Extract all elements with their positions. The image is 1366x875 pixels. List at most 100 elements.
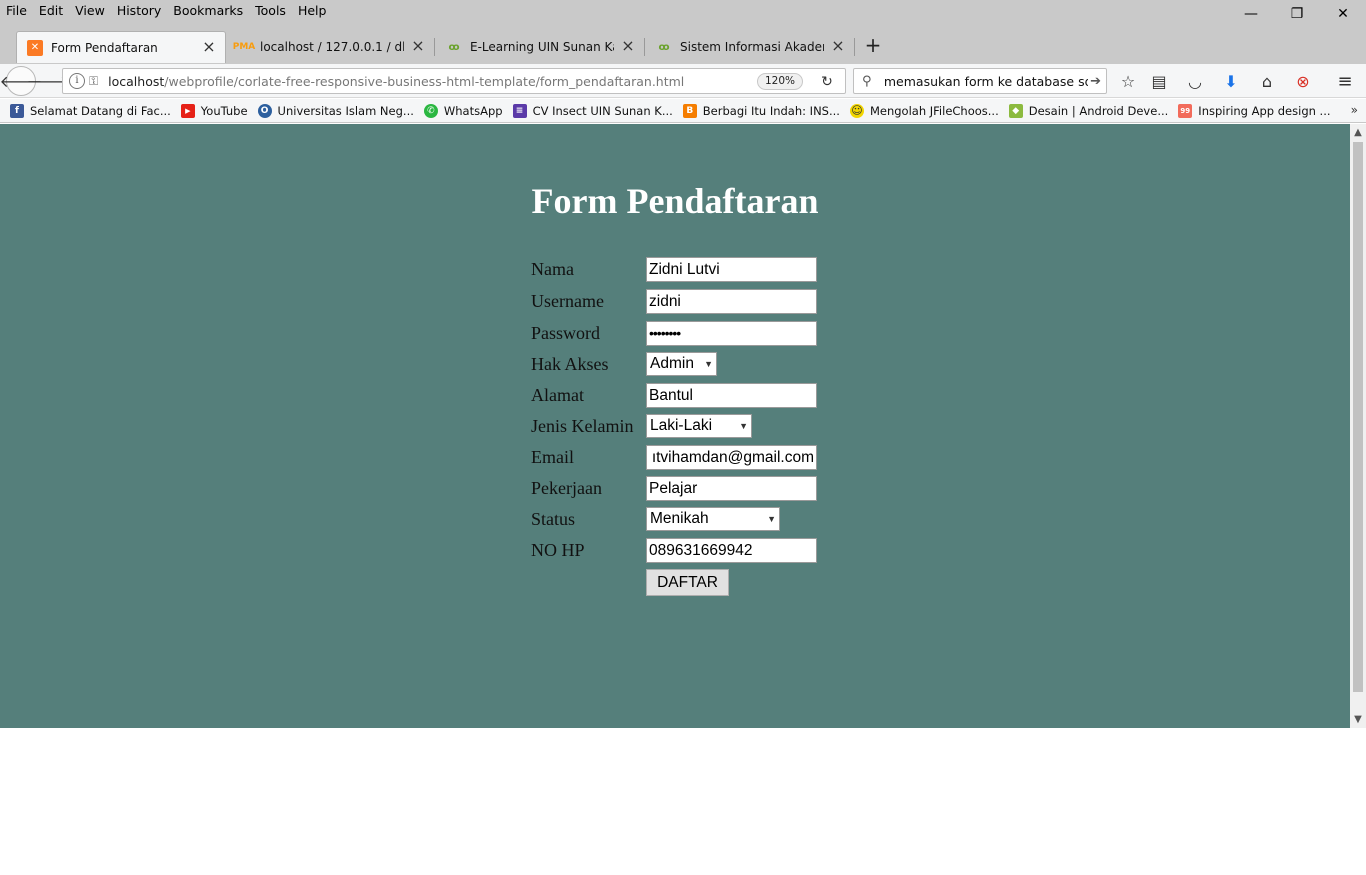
blocker-icon[interactable]: ⊗ bbox=[1292, 70, 1314, 92]
status-select[interactable]: Menikah ▼ bbox=[646, 507, 780, 531]
pekerjaan-input[interactable]: Pelajar bbox=[646, 475, 817, 501]
bookmark-label: YouTube bbox=[200, 103, 248, 118]
menu-file[interactable]: File bbox=[0, 1, 33, 21]
menu-history[interactable]: History bbox=[111, 1, 167, 21]
search-icon: ⚲ bbox=[862, 73, 872, 89]
bookmark-item[interactable]: ✆ WhatsApp bbox=[423, 103, 503, 118]
password-input[interactable]: •••••••• bbox=[646, 320, 817, 346]
form-row-no-hp: NO HP 089631669942 bbox=[531, 537, 817, 563]
form-row-email: Email ıtvihamdan@gmail.com bbox=[531, 444, 817, 470]
menu-bookmarks[interactable]: Bookmarks bbox=[167, 1, 249, 21]
form-row-pekerjaan: Pekerjaan Pelajar bbox=[531, 475, 817, 501]
bookmark-star-icon[interactable]: ☆ bbox=[1117, 70, 1139, 92]
nama-input[interactable]: Zidni Lutvi bbox=[646, 256, 817, 282]
form-row-username: Username zidni bbox=[531, 288, 817, 314]
tab-separator bbox=[644, 38, 645, 56]
new-tab-button[interactable]: + bbox=[862, 35, 884, 57]
menu-view[interactable]: View bbox=[69, 1, 111, 21]
username-input[interactable]: zidni bbox=[646, 288, 817, 314]
search-go-arrow-icon[interactable]: ➔ bbox=[1090, 74, 1106, 89]
alamat-label: Alamat bbox=[531, 384, 584, 405]
bookmark-label: Berbagi Itu Indah: INS... bbox=[702, 103, 840, 118]
no-hp-label: NO HP bbox=[531, 539, 585, 560]
daftar-button[interactable]: DAFTAR bbox=[646, 569, 729, 596]
scroll-down-icon[interactable]: ▼ bbox=[1350, 711, 1366, 728]
android-icon: ◆ bbox=[1008, 103, 1023, 118]
url-path: /webprofile/corlate-free-responsive-busi… bbox=[164, 73, 685, 89]
tab-separator bbox=[434, 38, 435, 56]
reading-list-icon[interactable]: ▤ bbox=[1148, 70, 1170, 92]
bookmark-label: Inspiring App design ... bbox=[1198, 103, 1331, 118]
chevron-down-icon: ▼ bbox=[767, 514, 776, 524]
tab-title: Sistem Informasi Akademi... bbox=[680, 40, 824, 54]
bookmark-item[interactable]: f Selamat Datang di Fac... bbox=[10, 103, 171, 118]
close-tab-icon[interactable]: × bbox=[201, 38, 217, 56]
tab-form-pendaftaran[interactable]: ✕ Form Pendaftaran × bbox=[16, 31, 226, 63]
download-icon[interactable]: ⬇ bbox=[1220, 70, 1242, 92]
jenis-kelamin-label: Jenis Kelamin bbox=[531, 415, 634, 436]
menu-help[interactable]: Help bbox=[292, 1, 333, 21]
tab-separator bbox=[854, 38, 855, 56]
facebook-icon: f bbox=[10, 103, 24, 118]
navigation-toolbar: 🡐 🡒 i ⚿ localhost/webprofile/corlate-fre… bbox=[0, 64, 1366, 98]
tab-sistem-informasi[interactable]: ꝏ Sistem Informasi Akademi... × bbox=[646, 32, 854, 62]
menu-edit[interactable]: Edit bbox=[33, 1, 69, 21]
url-bar[interactable]: i ⚿ localhost/webprofile/corlate-free-re… bbox=[62, 68, 846, 94]
bookmark-item[interactable]: ≡ CV Insect UIN Sunan K... bbox=[512, 103, 673, 118]
pocket-icon[interactable]: ◡ bbox=[1184, 70, 1206, 92]
nama-label: Nama bbox=[531, 258, 574, 279]
search-bar[interactable]: ⚲ memasukan form ke database sql ➔ bbox=[853, 68, 1107, 94]
bookmark-item[interactable]: ◆ Desain | Android Deve... bbox=[1008, 103, 1168, 118]
email-input[interactable]: ıtvihamdan@gmail.com bbox=[646, 444, 817, 470]
tab-title: E-Learning UIN Sunan Kali... bbox=[470, 40, 614, 54]
whatsapp-icon: ✆ bbox=[423, 103, 438, 118]
jenis-kelamin-select[interactable]: Laki-Laki ▼ bbox=[646, 414, 752, 438]
search-input[interactable]: memasukan form ke database sql bbox=[884, 74, 1088, 89]
bookmark-item[interactable]: 99 Inspiring App design ... bbox=[1178, 103, 1331, 118]
no-hp-input[interactable]: 089631669942 bbox=[646, 537, 817, 563]
hak-akses-select[interactable]: Admin ▼ bbox=[646, 352, 717, 376]
tab-title: Form Pendaftaran bbox=[51, 40, 158, 55]
bookmark-item[interactable]: B Berbagi Itu Indah: INS... bbox=[682, 103, 840, 118]
zoom-level-badge[interactable]: 120% bbox=[756, 73, 803, 90]
bookmark-item[interactable]: O Universitas Islam Neg... bbox=[257, 103, 414, 118]
close-tab-icon[interactable]: × bbox=[620, 38, 636, 55]
url-text[interactable]: localhost/webprofile/corlate-free-respon… bbox=[108, 74, 748, 89]
youtube-icon: ▶ bbox=[180, 103, 195, 118]
more-bookmarks-chevron-icon[interactable]: » bbox=[1351, 103, 1358, 117]
university-icon: O bbox=[257, 103, 272, 118]
email-label: Email bbox=[531, 446, 574, 467]
reload-icon[interactable]: ↻ bbox=[817, 72, 837, 92]
close-tab-icon[interactable]: × bbox=[410, 38, 426, 55]
99designs-icon: 99 bbox=[1178, 103, 1193, 118]
form-row-status: Status Menikah ▼ bbox=[531, 506, 780, 532]
bookmark-label: Universitas Islam Neg... bbox=[277, 103, 414, 118]
tab-elearning[interactable]: ꝏ E-Learning UIN Sunan Kali... × bbox=[436, 32, 644, 62]
pekerjaan-label: Pekerjaan bbox=[531, 477, 602, 498]
form-row-alamat: Alamat Bantul bbox=[531, 382, 817, 408]
bookmark-item[interactable]: ▶ YouTube bbox=[180, 103, 248, 118]
xampp-icon: ✕ bbox=[27, 39, 43, 56]
page-title: Form Pendaftaran bbox=[531, 181, 819, 221]
scroll-up-icon[interactable]: ▲ bbox=[1350, 124, 1366, 141]
username-label: Username bbox=[531, 290, 604, 311]
bookmark-label: Selamat Datang di Fac... bbox=[30, 103, 171, 118]
hamburger-menu-icon[interactable]: ≡ bbox=[1334, 70, 1356, 92]
forward-button[interactable]: 🡒 bbox=[27, 70, 70, 92]
form-row-hak-akses: Hak Akses Admin ▼ bbox=[531, 351, 717, 377]
chevron-down-icon: ▼ bbox=[704, 359, 713, 369]
home-icon[interactable]: ⌂ bbox=[1256, 70, 1278, 92]
cv-icon: ≡ bbox=[512, 103, 527, 118]
tab-title: localhost / 127.0.0.1 / db_s... bbox=[260, 40, 404, 54]
menu-tools[interactable]: Tools bbox=[249, 1, 292, 21]
info-icon[interactable]: i bbox=[69, 73, 85, 89]
form-row-nama: Nama Zidni Lutvi bbox=[531, 256, 817, 282]
scrollbar-thumb[interactable] bbox=[1353, 142, 1363, 692]
vertical-scrollbar[interactable]: ▲ ▼ bbox=[1350, 124, 1366, 728]
phpmyadmin-icon: PMA bbox=[232, 42, 256, 52]
tab-phpmyadmin[interactable]: PMA localhost / 127.0.0.1 / db_s... × bbox=[226, 32, 434, 62]
bookmark-item[interactable]: ☺ Mengolah JFileChoos... bbox=[849, 103, 999, 118]
close-tab-icon[interactable]: × bbox=[830, 38, 846, 55]
key-icon[interactable]: ⚿ bbox=[89, 74, 98, 89]
alamat-input[interactable]: Bantul bbox=[646, 382, 817, 408]
